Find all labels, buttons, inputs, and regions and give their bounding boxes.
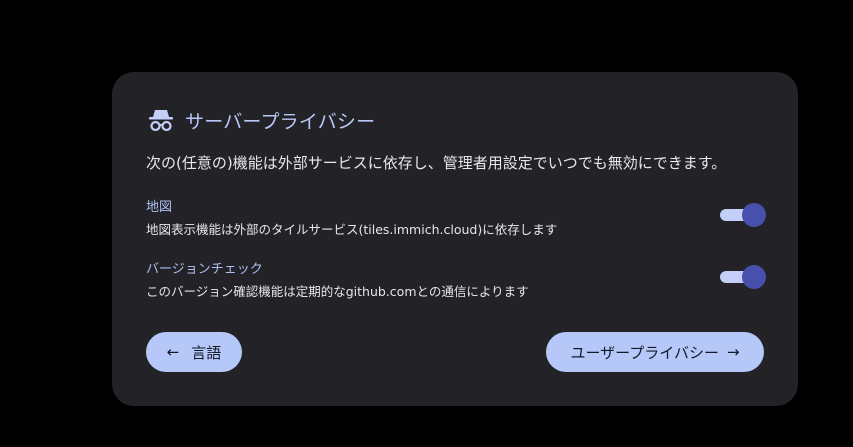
arrow-right-icon: → [726, 343, 740, 361]
back-language-button[interactable]: ← 言語 [146, 332, 242, 372]
setting-map: 地図 地図表示機能は外部のタイルサービス(tiles.immich.cloud)… [146, 196, 766, 240]
card-title: サーバープライバシー [185, 110, 376, 133]
next-button-label: ユーザープライバシー [570, 343, 719, 362]
map-toggle[interactable] [718, 202, 766, 228]
next-user-privacy-button[interactable]: ユーザープライバシー → [546, 332, 764, 372]
setting-map-label: 地図 [146, 200, 173, 215]
incognito-icon [147, 106, 175, 134]
version-check-toggle-thumb [742, 265, 766, 289]
setting-version-check: バージョンチェック このバージョン確認機能は定期的なgithub.comとの通信… [146, 258, 766, 302]
setting-version-check-description: このバージョン確認機能は定期的なgithub.comとの通信によります [146, 284, 529, 299]
setting-version-check-label: バージョンチェック [146, 262, 263, 277]
version-check-toggle[interactable] [718, 264, 766, 290]
arrow-left-icon: ← [166, 343, 180, 361]
map-toggle-thumb [742, 203, 766, 227]
back-button-label: 言語 [191, 343, 222, 362]
setting-map-description: 地図表示機能は外部のタイルサービス(tiles.immich.cloud)に依存… [146, 222, 558, 237]
card-header: サーバープライバシー [147, 106, 375, 134]
onboarding-card: サーバープライバシー 次の(任意の)機能は外部サービスに依存し、管理者用設定でい… [112, 72, 798, 406]
card-description: 次の(任意の)機能は外部サービスに依存し、管理者用設定でいつでも無効にできます。 [146, 154, 727, 172]
